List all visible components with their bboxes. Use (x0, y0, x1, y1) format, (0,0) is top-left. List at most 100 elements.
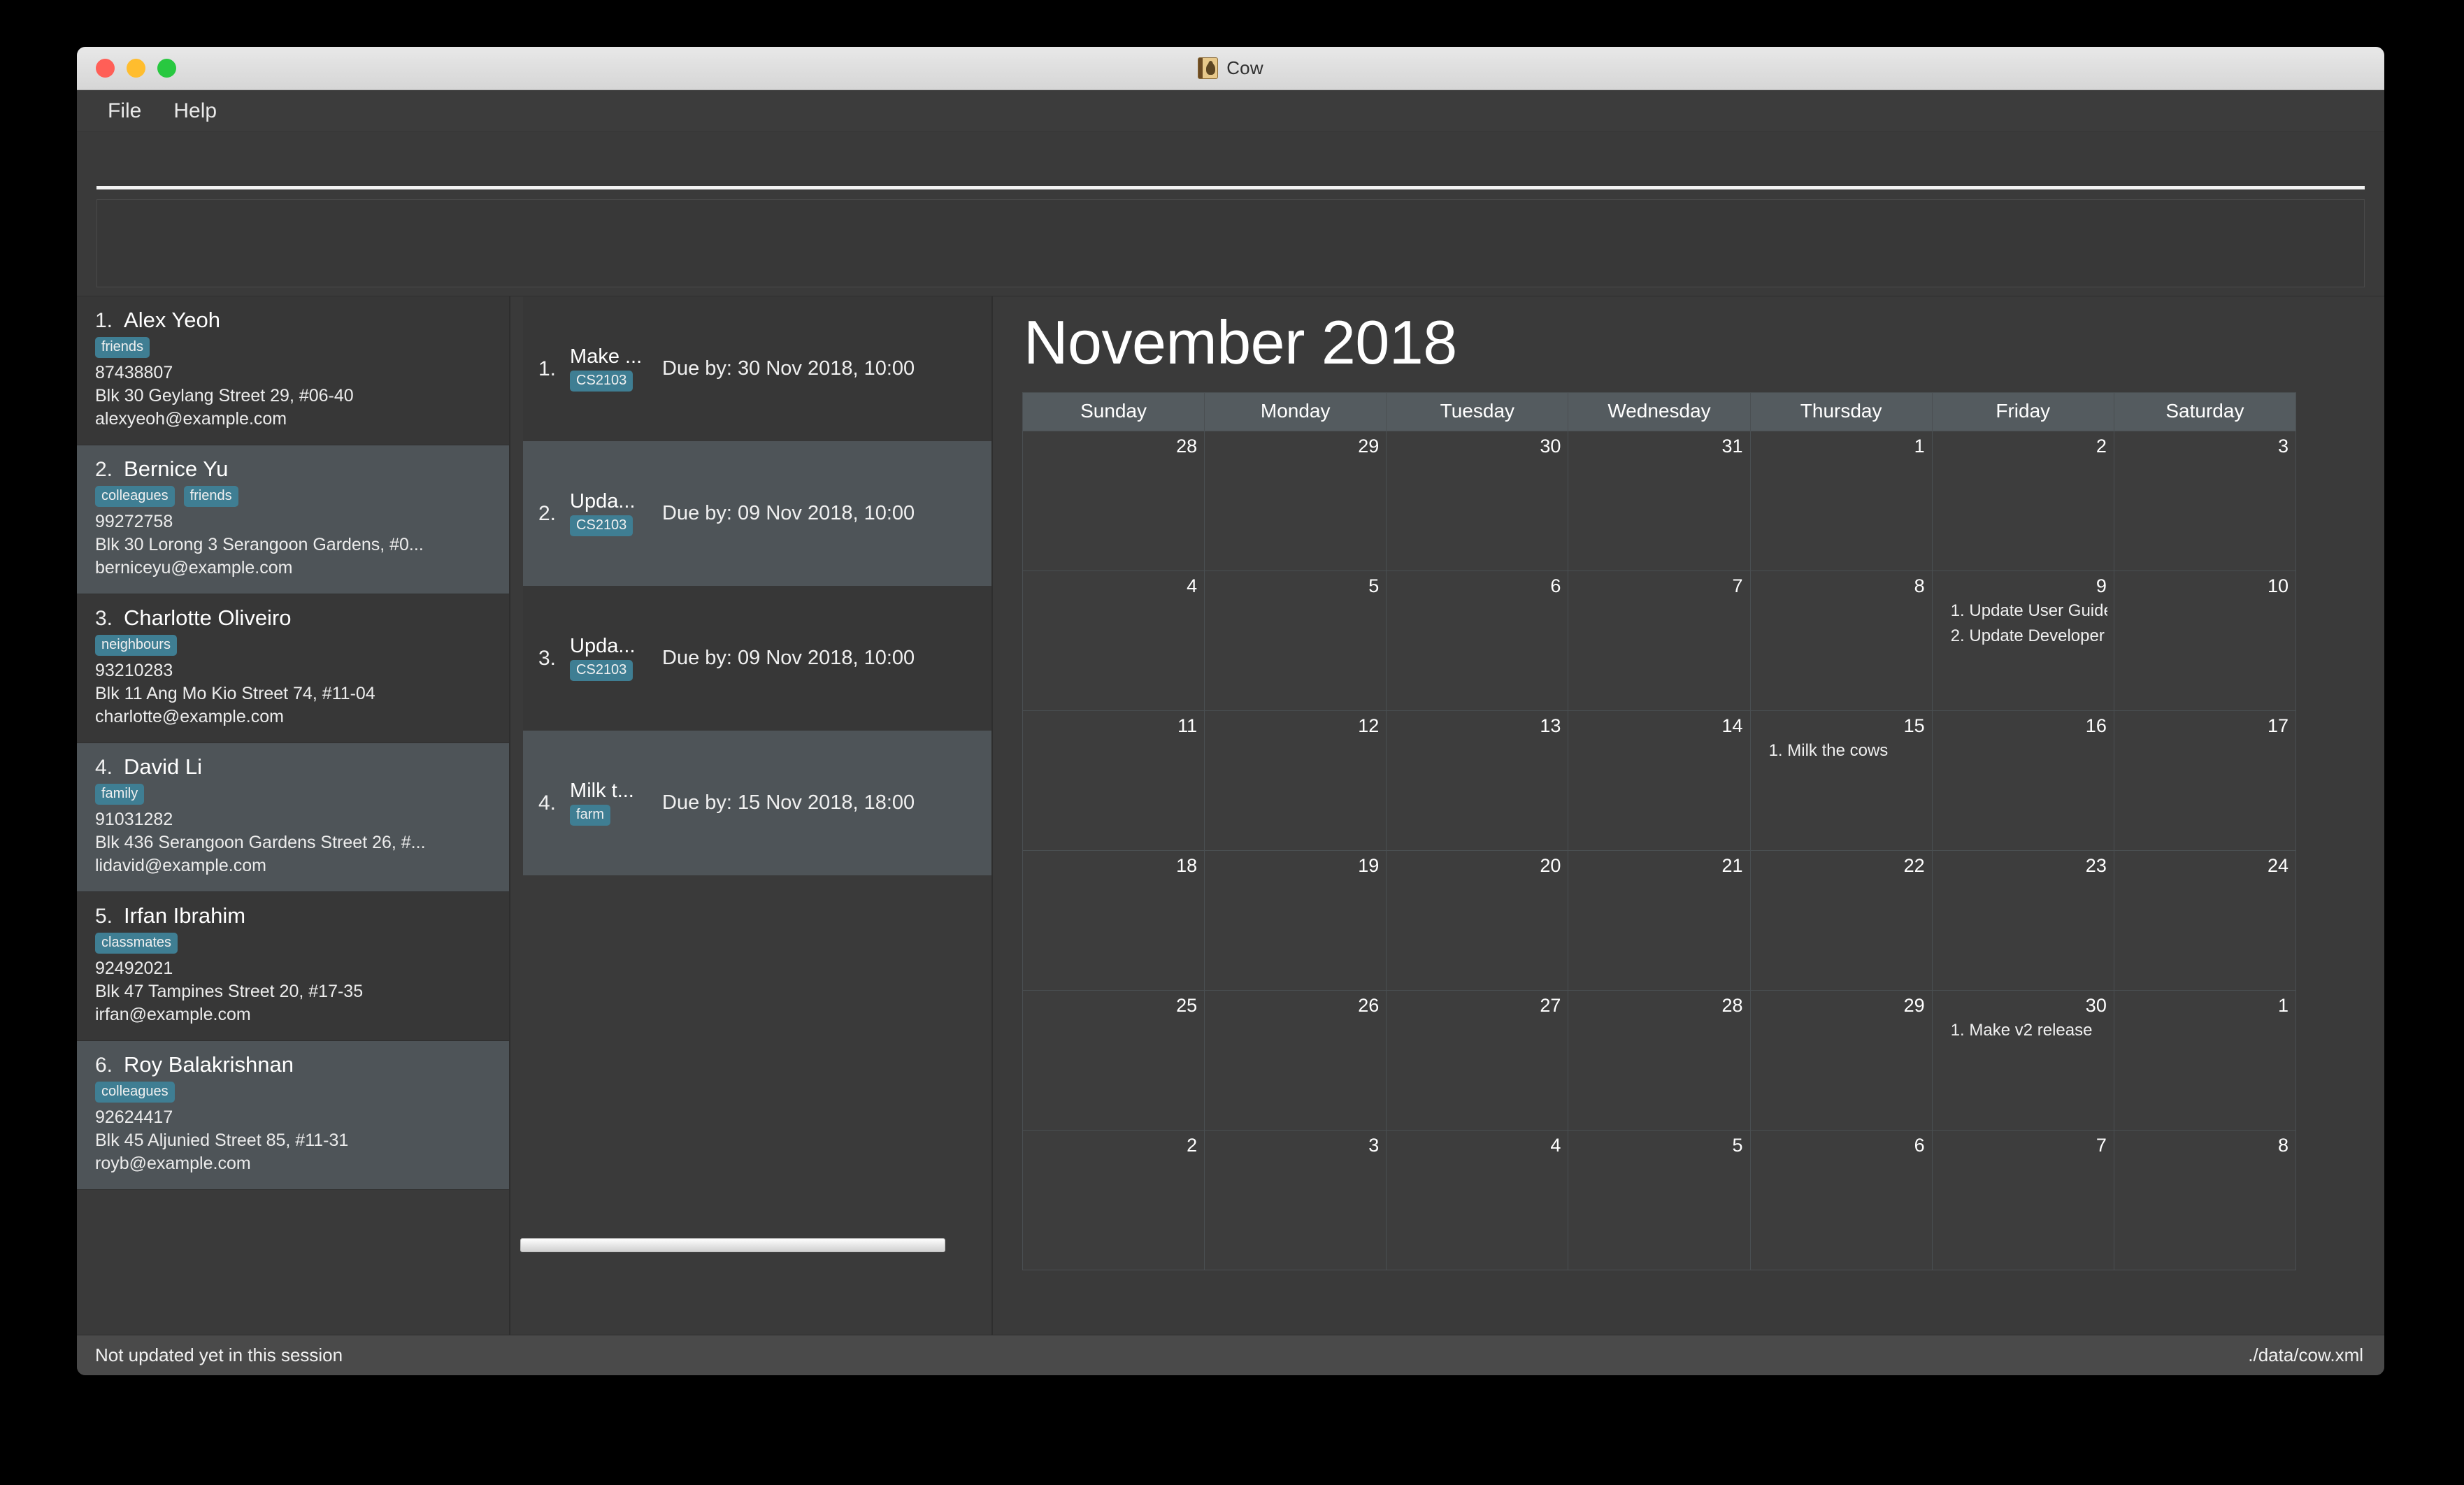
calendar-day-cell[interactable]: 22 (1750, 850, 1933, 990)
calendar-day-cell[interactable]: 3 (2114, 431, 2295, 571)
address-book-icon (1198, 57, 1219, 79)
calendar-day-cell[interactable]: 16 (1932, 710, 2114, 850)
calendar-day-cell[interactable]: 18 (1023, 850, 1205, 990)
calendar-day-number: 23 (2085, 854, 2107, 876)
person-index: 4. (95, 756, 113, 779)
calendar-day-cell[interactable]: 23 (1932, 850, 2114, 990)
menu-item-help[interactable]: Help (161, 95, 229, 127)
calendar-day-cell[interactable]: 6 (1387, 571, 1569, 710)
person-card[interactable]: 4. David Li family 91031282 Blk 436 Serangoo… (77, 743, 509, 892)
task-list-panel[interactable]: 1. Make ... CS2103 Due by: 30 Nov 2018, 10:… (510, 296, 993, 1335)
calendar-day-cell[interactable]: 2 (1023, 1130, 1205, 1270)
person-card[interactable]: 6. Roy Balakrishnan colleagues 92624417 Blk … (77, 1041, 509, 1190)
calendar-day-number: 13 (1540, 715, 1561, 736)
result-display (96, 199, 2365, 287)
calendar-day-cell[interactable]: 29 (1750, 990, 1933, 1130)
close-window-button[interactable] (96, 59, 115, 78)
calendar-day-cell[interactable]: 5 (1205, 571, 1387, 710)
task-title-block: Milk t... farm (570, 780, 648, 826)
person-name-row: 1. Alex Yeoh (95, 308, 491, 333)
calendar-day-cell[interactable]: 1 (2114, 990, 2295, 1130)
task-list-horizontal-scrollbar[interactable] (520, 1238, 945, 1252)
person-card[interactable]: 3. Charlotte Oliveiro neighbours 93210283 Bl… (77, 594, 509, 743)
calendar-day-cell[interactable]: 4 (1387, 1130, 1569, 1270)
calendar-day-cell[interactable]: 17 (2114, 710, 2295, 850)
calendar-day-cell[interactable]: 4 (1023, 571, 1205, 710)
calendar-day-cell[interactable]: 10 (2114, 571, 2295, 710)
person-index: 1. (95, 309, 113, 332)
calendar-day-cell[interactable]: 8 (1750, 571, 1933, 710)
person-list: 1. Alex Yeoh friends 87438807 Blk 30 Geylang… (77, 296, 509, 1190)
person-email: charlotte@example.com (95, 707, 284, 726)
task-card[interactable]: 2. Upda... CS2103 Due by: 09 Nov 2018, 10:0… (523, 441, 991, 586)
calendar-day-cell[interactable]: 1 (1750, 431, 1933, 571)
calendar-day-cell[interactable]: 21 (1568, 850, 1751, 990)
command-input[interactable] (96, 146, 2365, 189)
menu-bar: File Help (77, 90, 2384, 132)
person-card[interactable]: 5. Irfan Ibrahim classmates 92492021 Blk 47 … (77, 892, 509, 1041)
calendar-day-number: 30 (1540, 435, 1561, 457)
calendar-day-cell[interactable]: 24 (2114, 850, 2295, 990)
calendar-day-cell[interactable]: 6 (1750, 1130, 1933, 1270)
calendar-day-cell[interactable]: 26 (1205, 990, 1387, 1130)
person-card[interactable]: 1. Alex Yeoh friends 87438807 Blk 30 Geylang… (77, 296, 509, 445)
calendar-month-title: November 2018 (1024, 308, 1457, 377)
maximize-window-button[interactable] (157, 59, 176, 78)
calendar-day-cell[interactable]: 20 (1387, 850, 1569, 990)
calendar-day-cell[interactable]: 13 (1387, 710, 1569, 850)
task-title: Upda... (570, 636, 636, 657)
calendar-day-cell[interactable]: 3 (1205, 1130, 1387, 1270)
calendar-day-cell[interactable]: 7 (1568, 571, 1751, 710)
calendar-day-number: 11 (1177, 715, 1198, 736)
calendar-day-cell[interactable]: 30 (1387, 431, 1569, 571)
calendar-day-cell[interactable]: 9 1. Update User Guide 2. Update Developer… (1932, 571, 2114, 710)
calendar-day-cell[interactable]: 8 (2114, 1130, 2295, 1270)
calendar-day-cell[interactable]: 14 (1568, 710, 1751, 850)
person-tag: friends (95, 337, 150, 358)
person-address: Blk 436 Serangoon Gardens Street 26, #..… (95, 833, 426, 852)
calendar-day-cell[interactable]: 11 (1023, 710, 1205, 850)
calendar-day-cell[interactable]: 19 (1205, 850, 1387, 990)
person-card[interactable]: 2. Bernice Yu colleagues friends 99272758 Blk… (77, 445, 509, 594)
person-phone: 99272758 (95, 512, 173, 531)
person-name-row: 4. David Li (95, 754, 491, 780)
calendar-day-number: 14 (1721, 715, 1743, 736)
person-phone: 92492021 (95, 959, 173, 978)
calendar-day-cell[interactable]: 5 (1568, 1130, 1751, 1270)
calendar-day-cell[interactable]: 25 (1023, 990, 1205, 1130)
calendar-weeks: 28 29 30 31 1 2 3 4 5 6 7 8 9 1. Update User Guide 2. … (1023, 430, 2295, 1270)
person-list-panel[interactable]: 1. Alex Yeoh friends 87438807 Blk 30 Geylang… (77, 296, 510, 1335)
person-email: irfan@example.com (95, 1005, 251, 1024)
calendar-day-cell[interactable]: 15 1. Milk the cows (1750, 710, 1933, 850)
main-content: 1. Alex Yeoh friends 87438807 Blk 30 Geylang… (77, 296, 2384, 1335)
calendar-day-cell[interactable]: 28 (1568, 990, 1751, 1130)
person-tag-row: friends (95, 337, 491, 358)
calendar-week-row: 11 12 13 14 15 1. Milk the cows 16 17 (1023, 710, 2295, 850)
calendar-day-cell[interactable]: 27 (1387, 990, 1569, 1130)
calendar-day-cell[interactable]: 30 1. Make v2 release (1932, 990, 2114, 1130)
calendar-day-cell[interactable]: 28 (1023, 431, 1205, 571)
calendar-day-cell[interactable]: 29 (1205, 431, 1387, 571)
person-index: 6. (95, 1054, 113, 1077)
calendar-day-number: 5 (1368, 575, 1380, 596)
calendar-event: 1. Make v2 release (1950, 1020, 2093, 1040)
calendar-day-number: 2 (1187, 1134, 1198, 1156)
calendar-day-number: 29 (1358, 435, 1380, 457)
calendar-day-cell[interactable]: 2 (1932, 431, 2114, 571)
calendar-grid: Sunday Monday Tuesday Wednesday Thursday Frid… (1022, 392, 2296, 1270)
person-name: Irfan Ibrahim (124, 903, 246, 928)
calendar-week-row: 4 5 6 7 8 9 1. Update User Guide 2. Update Deve… (1023, 570, 2295, 710)
calendar-day-number: 4 (1187, 575, 1198, 596)
task-card[interactable]: 4. Milk t... farm Due by: 15 Nov 2018, 18:0… (523, 731, 991, 875)
minimize-window-button[interactable] (127, 59, 145, 78)
calendar-day-cell[interactable]: 12 (1205, 710, 1387, 850)
calendar-event: 1. Update User Guide (1950, 601, 2107, 620)
task-card[interactable]: 1. Make ... CS2103 Due by: 30 Nov 2018, 10:… (523, 296, 991, 441)
task-card[interactable]: 3. Upda... CS2103 Due by: 09 Nov 2018, 10:0… (523, 586, 991, 731)
calendar-day-cell[interactable]: 31 (1568, 431, 1751, 571)
calendar-day-cell[interactable]: 7 (1932, 1130, 2114, 1270)
person-name: Roy Balakrishnan (124, 1052, 294, 1077)
person-name: Alex Yeoh (124, 308, 220, 332)
menu-item-file[interactable]: File (95, 95, 154, 127)
person-name-row: 5. Irfan Ibrahim (95, 903, 491, 928)
